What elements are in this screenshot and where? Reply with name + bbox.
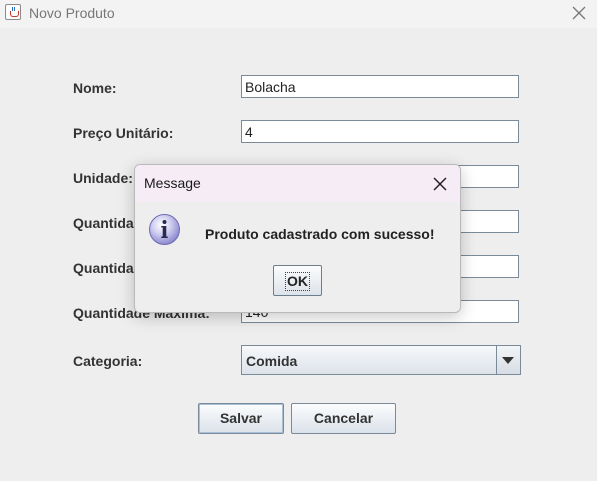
categoria-select[interactable]: Comida bbox=[241, 345, 521, 375]
quantidade-estoque-label: Quantida bbox=[73, 215, 134, 231]
chevron-down-icon[interactable] bbox=[496, 346, 520, 374]
close-icon[interactable] bbox=[569, 3, 589, 23]
info-icon bbox=[149, 214, 180, 245]
preco-unitario-field[interactable]: 4 bbox=[241, 120, 519, 143]
window-titlebar: Novo Produto bbox=[0, 0, 597, 28]
window-title: Novo Produto bbox=[29, 5, 115, 21]
categoria-label: Categoria: bbox=[73, 353, 143, 369]
dialog-titlebar: Message bbox=[135, 165, 460, 202]
cancel-button[interactable]: Cancelar bbox=[291, 403, 396, 434]
categoria-selected-value: Comida bbox=[246, 353, 298, 369]
quantidade-minima-label: Quantida bbox=[73, 260, 134, 276]
dialog-message: Produto cadastrado com sucesso! bbox=[205, 226, 435, 242]
dialog-close-icon[interactable] bbox=[430, 174, 450, 194]
ok-button[interactable]: OK bbox=[273, 265, 322, 296]
nome-field[interactable]: Bolacha bbox=[241, 75, 519, 98]
dialog-title: Message bbox=[144, 175, 201, 191]
message-dialog: Message Produto cadastrado com sucesso! … bbox=[134, 164, 461, 313]
java-cup-icon bbox=[5, 4, 21, 20]
unidade-label: Unidade: bbox=[73, 170, 133, 186]
save-button[interactable]: Salvar bbox=[198, 403, 284, 434]
ok-button-label: OK bbox=[285, 272, 310, 291]
nome-label: Nome: bbox=[73, 80, 117, 96]
preco-unitario-label: Preço Unitário: bbox=[73, 125, 174, 141]
